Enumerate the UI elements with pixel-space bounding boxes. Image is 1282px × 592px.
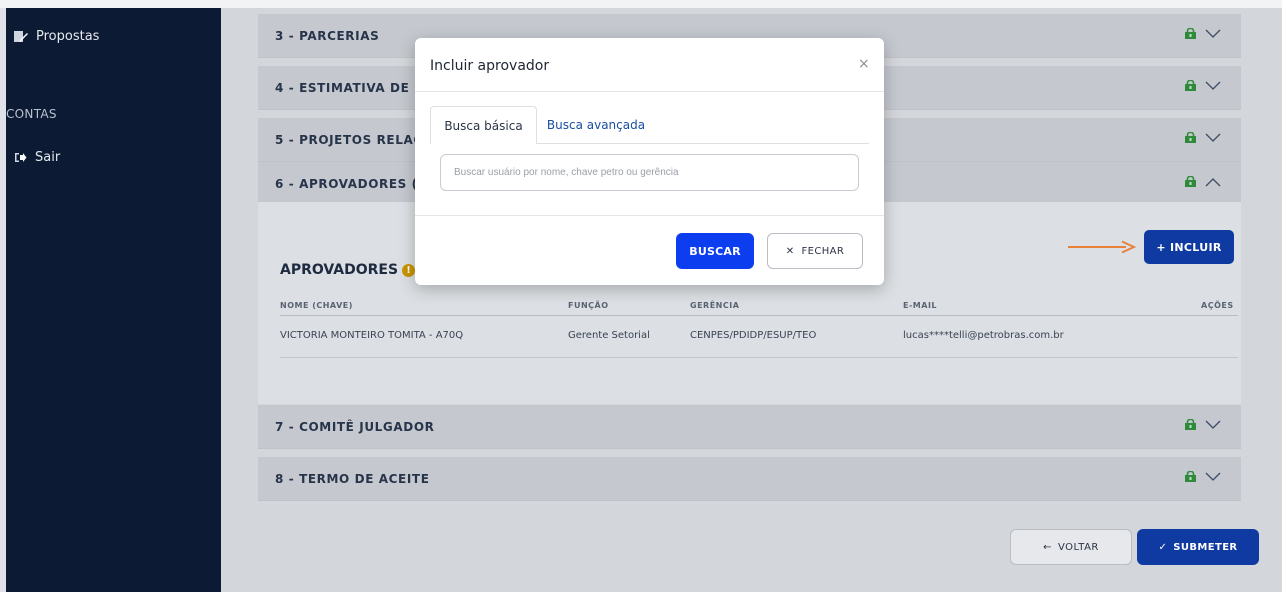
close-button[interactable]: ✕ FECHAR: [767, 233, 863, 269]
approvers-title: APROVADORES !: [280, 262, 416, 278]
lock-icon: [1185, 28, 1196, 39]
close-icon[interactable]: ×: [858, 56, 870, 72]
check-icon: ✓: [1158, 541, 1168, 553]
sidebar-item-propostas[interactable]: Propostas: [14, 29, 99, 44]
tab-advanced-search[interactable]: Busca avançada: [537, 106, 655, 144]
submit-button[interactable]: ✓ SUBMETER: [1137, 529, 1259, 565]
modal-header-divider: [415, 91, 884, 92]
info-icon[interactable]: !: [402, 263, 416, 277]
chevron-down-icon[interactable]: [1205, 420, 1221, 430]
table-cell-function: Gerente Setorial: [568, 330, 650, 341]
search-input[interactable]: Buscar usuário por nome, chave petro ou …: [440, 154, 859, 191]
modal-footer-divider: [415, 215, 884, 216]
sidebar-item-sair[interactable]: Sair: [14, 150, 60, 165]
accordion-termo[interactable]: 8 - TERMO DE ACEITE: [258, 457, 1241, 501]
sidebar-item-label: Propostas: [36, 29, 100, 44]
edit-document-icon: [14, 30, 28, 43]
sidebar: Propostas CONTAS Sair: [6, 8, 221, 592]
table-header-divider: [280, 315, 1238, 316]
table-row-divider: [280, 357, 1238, 358]
chevron-down-icon[interactable]: [1205, 133, 1221, 143]
arrow-left-icon: ←: [1043, 541, 1053, 553]
accordion-title: 7 - COMITÊ JULGADOR: [275, 419, 435, 434]
sidebar-section-contas: CONTAS: [6, 107, 57, 121]
tab-divider: [537, 143, 869, 144]
lock-icon: [1185, 80, 1196, 91]
chevron-down-icon[interactable]: [1205, 472, 1221, 482]
table-cell-email: lucas****telli@petrobras.com.br: [903, 330, 1064, 341]
lock-icon: [1185, 419, 1196, 430]
arrow-right-icon: [1068, 240, 1136, 254]
sidebar-item-label: Sair: [35, 150, 61, 165]
column-header-name: NOME (CHAVE): [280, 301, 353, 310]
lock-icon: [1185, 132, 1196, 143]
table-cell-name: VICTORIA MONTEIRO TOMITA - A70Q: [280, 330, 464, 341]
chevron-up-icon[interactable]: [1205, 177, 1221, 187]
submit-button-label: SUBMETER: [1173, 541, 1238, 553]
include-approver-modal: Incluir aprovador × Busca básica Busca a…: [415, 38, 884, 285]
back-button[interactable]: ← VOLTAR: [1010, 529, 1132, 565]
modal-title: Incluir aprovador: [430, 58, 550, 74]
chevron-down-icon[interactable]: [1205, 81, 1221, 91]
column-header-function: FUNÇÃO: [568, 301, 609, 310]
top-bar: [0, 0, 1282, 8]
lock-icon: [1185, 176, 1196, 187]
accordion-title: 8 - TERMO DE ACEITE: [275, 471, 430, 486]
include-approver-button[interactable]: + INCLUIR: [1144, 230, 1234, 264]
sign-out-icon: [14, 152, 27, 163]
back-button-label: VOLTAR: [1058, 541, 1099, 553]
table-cell-management: CENPES/PDIDP/ESUP/TEO: [690, 330, 817, 341]
lock-icon: [1185, 471, 1196, 482]
search-button[interactable]: BUSCAR: [676, 233, 754, 269]
column-header-management: GERÊNCIA: [690, 301, 740, 310]
column-header-actions: AÇÕES: [1201, 301, 1234, 310]
close-button-label: FECHAR: [801, 245, 845, 257]
tab-basic-search[interactable]: Busca básica: [430, 106, 537, 144]
accordion-title: 3 - PARCERIAS: [275, 28, 380, 43]
column-header-email: E-MAIL: [903, 301, 938, 310]
accordion-comite[interactable]: 7 - COMITÊ JULGADOR: [258, 405, 1241, 449]
close-icon: ✕: [785, 245, 795, 257]
chevron-down-icon[interactable]: [1205, 29, 1221, 39]
approvers-title-text: APROVADORES: [280, 262, 399, 278]
